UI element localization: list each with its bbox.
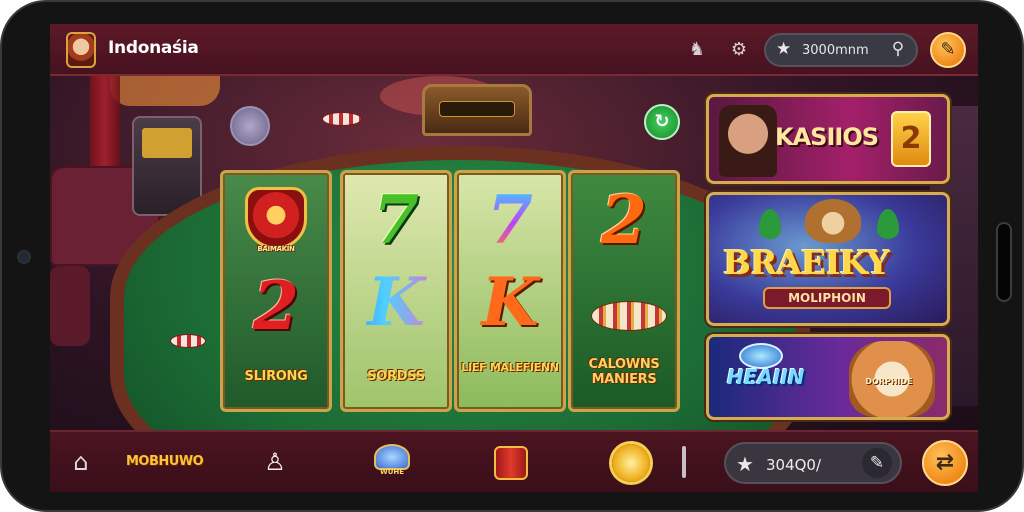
chip-pile [591,301,667,331]
shuffle-icon[interactable]: ⇄ [922,440,968,486]
app-screen: Indonaśia ♞ ⚙ ★ 3000mnm ⚲ ✎ ↻ BAIMAKIN 2… [50,24,978,492]
character-portrait [719,105,777,177]
balance-value: 304Q0/ [766,456,822,474]
game-card-braeiky[interactable]: BRAEIKY MOLIPHOIN [706,192,950,326]
trophy-icon[interactable]: ♞ [684,37,710,63]
reel-symbol: K [343,269,449,335]
front-camera [17,250,31,264]
game-card-title: BRAEIKY [723,243,890,282]
chip-stack [170,334,206,348]
game-card-subtitle: DORPHIDE [865,377,913,386]
drum-icon[interactable] [492,444,530,480]
game-card-badge: 2 [891,111,931,167]
star-icon: ★ [776,39,792,59]
casino-chair [50,266,90,346]
game-card-title: KASIIOS [775,123,879,151]
user-avatar[interactable] [66,32,96,68]
dealer-console [422,84,532,136]
game-card-subtitle: MOLIPHOIN [763,287,891,309]
search-icon[interactable]: ⚲ [886,39,910,61]
game-card-heaiin[interactable]: HEAIIN DORPHIDE [706,334,950,420]
game-card-title: HEAIIN [727,365,805,389]
slot-reel-3: 7 K LIEF MALEFIENN [454,170,566,412]
crown-label: BAIMAKIN [257,245,295,253]
slot-reel-2: 7 K SORDSS [340,170,452,412]
reel-symbol-label: LIEF MALEFIENN [461,361,559,374]
balance-field[interactable]: ★ 304Q0/ ✎ [724,442,902,484]
reel-symbol: 2 [253,267,299,345]
sun-icon[interactable] [606,444,656,482]
bottom-nav: ⌂ MOBHUWO ♙ WUHE ★ 304Q0/ ✎ ⇄ [50,430,978,492]
search-input[interactable]: ★ 3000mnm ⚲ [764,33,918,67]
dome-shape [374,444,410,470]
refresh-icon[interactable]: ↻ [644,104,680,140]
figure-icon[interactable]: ♙ [260,444,290,480]
roulette-wheel [230,106,270,146]
top-bar: Indonaśia ♞ ⚙ ★ 3000mnm ⚲ ✎ [50,24,978,76]
dome-label: WUHE [379,468,405,476]
reel-symbol: 7 [373,181,419,259]
edit-icon[interactable]: ✎ [862,448,892,478]
crown-icon [245,187,307,249]
reel-symbol-label: CALOWNS MANIERS [588,357,660,387]
reel-symbol: K [481,263,539,341]
slot-reel-1: BAIMAKIN 2 SLIRONG [220,170,332,412]
divider [682,446,686,478]
map-icon[interactable]: ✎ [930,32,966,68]
reel-symbol: 2 [601,181,647,259]
gear-icon[interactable]: ⚙ [726,37,752,63]
nav-item-mobhuwo[interactable]: MOBHUWO [126,444,204,480]
phone-frame: Indonaśia ♞ ⚙ ★ 3000mnm ⚲ ✎ ↻ BAIMAKIN 2… [0,0,1024,512]
leaf-decoration [759,209,781,239]
animal-mascot [805,199,861,243]
page-title: Indonaśia [108,38,199,58]
slot-reel-4: 2 CALOWNS MANIERS [568,170,680,412]
home-icon[interactable]: ⌂ [66,444,96,480]
game-card-kasiios[interactable]: KASIIOS 2 [706,94,950,184]
side-button [996,222,1012,302]
ceiling-light [110,76,220,106]
star-icon: ★ [736,452,754,476]
reel-symbol-label: SLIRONG [244,369,308,384]
dome-icon[interactable]: WUHE [368,444,416,480]
leaf-decoration [877,209,899,239]
reel-symbol-label: SORDSS [367,369,425,384]
search-text: 3000mnm [802,43,869,58]
reel-symbol: 7 [457,187,563,253]
chip-stack [322,112,362,126]
